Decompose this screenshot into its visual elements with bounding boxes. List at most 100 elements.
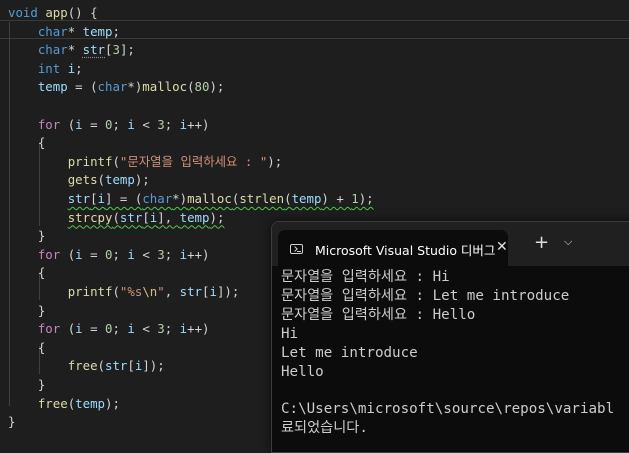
code-token: ; (112, 23, 120, 39)
code-token: char (142, 191, 173, 206)
console-line: 료되었습니다. (281, 420, 368, 437)
code-token: () { (67, 5, 98, 20)
code-line: { (8, 264, 45, 283)
code-token: ; (75, 60, 83, 76)
code-token: ( (112, 209, 120, 225)
code-token: ( (60, 116, 76, 132)
code-token: "문자열을 입력하세요 : " (119, 153, 268, 169)
console-line: C:\Users\microsoft\source\repos\variabl (281, 401, 615, 418)
code-token: str (67, 191, 91, 206)
terminal-icon (290, 244, 303, 254)
code-token: ( (97, 172, 105, 188)
code-token: i (127, 246, 135, 262)
terminal-tab[interactable]: Microsoft Visual Studio 디버그 ✕ (278, 230, 508, 266)
code-line: strcpy(str[i], temp); (8, 209, 225, 228)
code-token: ]; (119, 42, 135, 58)
chevron-down-icon[interactable]: ⌵ (564, 235, 572, 249)
code-token: , (164, 284, 180, 299)
code-token: i (179, 246, 188, 262)
code-token: ); (105, 395, 120, 411)
code-line: } (8, 376, 45, 395)
console-line: Hello (281, 363, 324, 380)
code-line: free(str[i]); (8, 357, 165, 376)
console-line: 문자열을 입력하세요 : Hi (281, 269, 450, 285)
console-line: Let me introduce (281, 344, 418, 361)
code-token: char (97, 79, 128, 95)
console-line: 문자열을 입력하세요 : Hello (281, 306, 476, 323)
code-token: ( (112, 284, 120, 299)
code-token: for (37, 116, 61, 132)
code-token: temp (82, 23, 113, 39)
code-token: *) (127, 79, 143, 95)
code-token: free (67, 358, 98, 374)
code-token: * (67, 42, 83, 58)
code-line: free(temp); (8, 395, 120, 414)
code-token: temp (105, 172, 135, 188)
code-token: char (37, 42, 68, 58)
code-line: { (8, 134, 45, 153)
code-token: [ (90, 191, 98, 206)
code-token: str (179, 284, 203, 299)
debug-console-window[interactable]: Microsoft Visual Studio 디버그 ✕ + ⌵ 문자열을 입… (271, 221, 629, 453)
code-token: ; (164, 246, 180, 262)
close-tab-icon[interactable]: ✕ (496, 239, 508, 255)
code-line: void app() { (8, 4, 98, 23)
terminal-tab-bar: Microsoft Visual Studio 디버그 ✕ + ⌵ (272, 222, 629, 266)
code-token: malloc (142, 79, 188, 95)
code-line: } (8, 413, 15, 432)
code-token: malloc (187, 191, 232, 206)
code-token: } (8, 302, 46, 318)
code-token: { (8, 339, 46, 355)
code-token: ] = ( (105, 191, 143, 206)
code-token: 1 (351, 191, 359, 206)
code-token: temp (291, 191, 322, 206)
code-line: printf("문자열을 입력하세요 : "); (8, 153, 283, 172)
code-token: temp (75, 395, 105, 411)
code-token: i (179, 116, 188, 132)
code-token: ); (134, 172, 150, 188)
code-token: { (8, 265, 46, 281)
code-token: ); (209, 79, 225, 95)
code-token: < (134, 321, 158, 337)
code-token: char (37, 23, 68, 39)
code-token: ( (284, 191, 292, 206)
code-token: ( (60, 246, 76, 262)
code-token: for (37, 321, 61, 337)
code-line: { (8, 339, 45, 358)
code-token: = (82, 246, 106, 262)
code-token: temp (179, 209, 210, 225)
code-token: str (82, 42, 105, 58)
code-token: *) (172, 191, 188, 206)
code-token: ( (60, 321, 76, 337)
code-token: [ (127, 358, 135, 374)
code-line: for (i = 0; i < 3; i++) (8, 116, 210, 135)
code-token: ); (358, 191, 374, 206)
code-line: gets(temp); (8, 171, 150, 190)
code-token: 3 (157, 321, 165, 337)
code-token: i (127, 116, 135, 132)
code-line: str[i] = (char*)malloc(strlen(temp) + 1)… (8, 190, 374, 209)
code-line: char* str[3]; (8, 41, 135, 60)
code-token: printf (67, 284, 113, 299)
code-token: ++) (187, 116, 210, 132)
code-token: 3 (112, 42, 120, 58)
code-token: printf (67, 153, 113, 169)
code-token: } (8, 377, 46, 392)
code-token: free (37, 395, 68, 411)
code-line: printf("%s\n", str[i]); (8, 283, 240, 302)
new-tab-button[interactable]: + (534, 234, 549, 252)
code-token: str (119, 209, 143, 225)
code-line: for (i = 0; i < 3; i++) (8, 320, 210, 339)
code-token: ++) (187, 246, 210, 262)
code-token: ); (267, 153, 283, 169)
code-token: ); (209, 209, 225, 225)
code-token: \n (142, 284, 158, 299)
